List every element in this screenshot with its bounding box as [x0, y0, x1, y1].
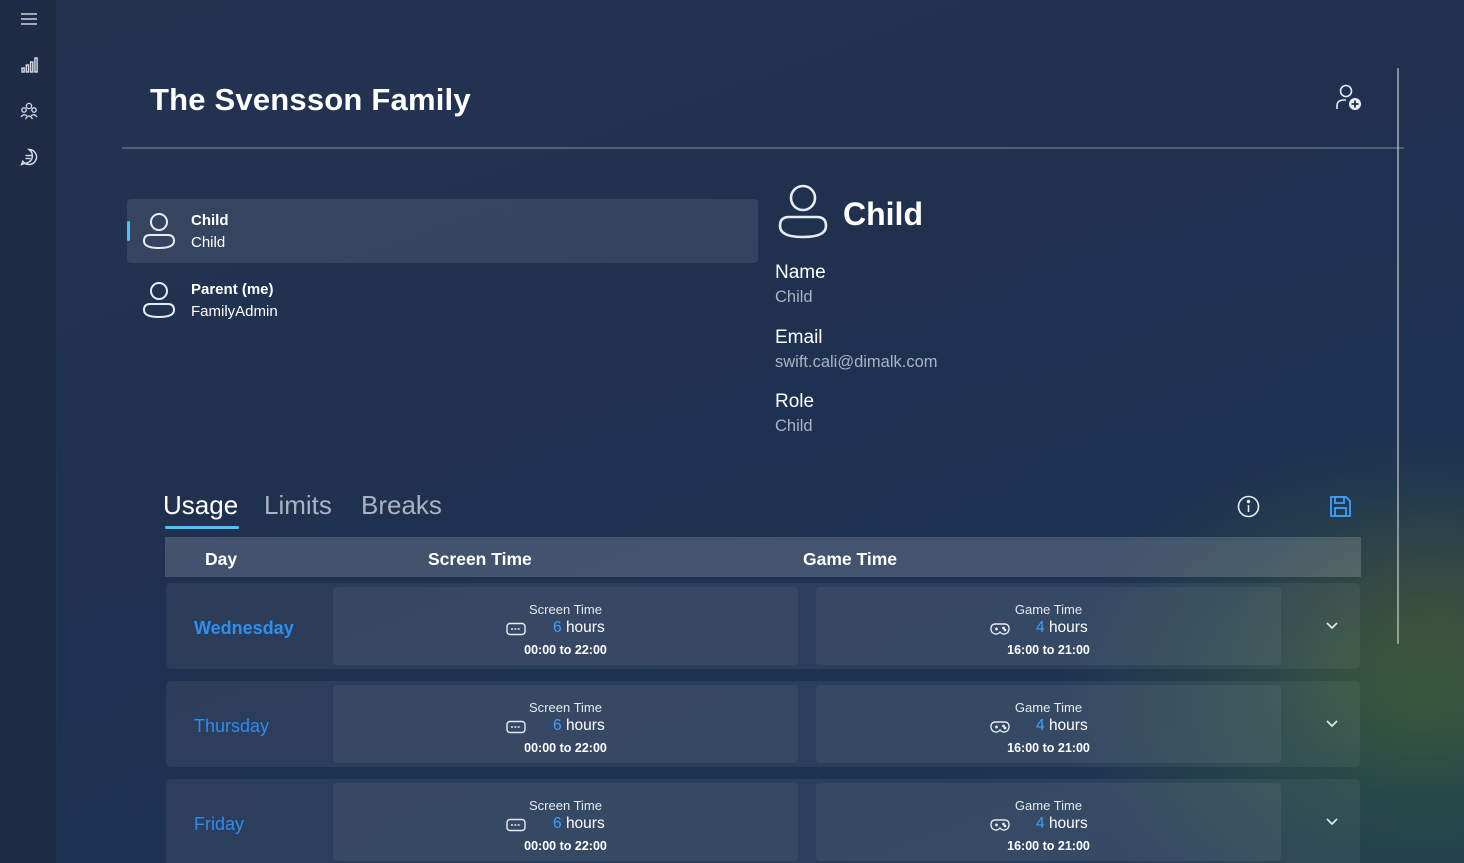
page-title: The Svensson Family — [150, 82, 471, 117]
family-icon — [20, 102, 38, 120]
gamepad-icon — [990, 721, 1010, 733]
field-label-email: Email — [775, 327, 823, 348]
screen-time-range: 00:00 to 22:00 — [524, 839, 607, 853]
screen-time-icon — [506, 622, 526, 636]
game-time-hours: 4 hours — [1036, 815, 1088, 832]
active-tab-underline — [165, 526, 239, 529]
add-person-icon — [1336, 84, 1361, 110]
person-icon — [142, 213, 176, 250]
person-icon — [142, 282, 176, 319]
game-time-cell[interactable]: Game Time 4 hours 16:00 to 21:00 — [816, 587, 1281, 665]
screen-time-hours: 6 hours — [553, 815, 605, 832]
screen-time-cell[interactable]: Screen Time 6 hours 00:00 to 22:00 — [333, 587, 798, 665]
chat-nav-button[interactable] — [12, 140, 46, 174]
screen-time-cell[interactable]: Screen Time 6 hours 00:00 to 22:00 — [333, 685, 798, 763]
chevron-down-icon[interactable] — [1324, 619, 1340, 633]
game-time-cell[interactable]: Game Time 4 hours 16:00 to 21:00 — [816, 783, 1281, 861]
field-value-role: Child — [775, 417, 813, 435]
screen-time-range: 00:00 to 22:00 — [524, 741, 607, 755]
game-time-range: 16:00 to 21:00 — [1007, 643, 1090, 657]
hamburger-menu-button[interactable] — [12, 2, 46, 36]
gamepad-icon — [990, 623, 1010, 635]
screen-time-icon — [506, 818, 526, 832]
add-member-button[interactable] — [1330, 80, 1366, 116]
gamepad-icon — [990, 819, 1010, 831]
save-icon[interactable] — [1327, 493, 1354, 520]
member-item-parent[interactable]: Parent (me) FamilyAdmin — [127, 268, 758, 332]
chevron-down-icon[interactable] — [1324, 815, 1340, 829]
chevron-down-icon[interactable] — [1324, 717, 1340, 731]
table-row[interactable]: Thursday Screen Time 6 hours 00:00 to 22… — [166, 681, 1360, 767]
game-time-title: Game Time — [1014, 798, 1083, 813]
column-header-screen-time: Screen Time — [428, 549, 532, 569]
screen-time-hours: 6 hours — [553, 717, 605, 734]
detail-title: Child — [843, 196, 923, 232]
family-nav-button[interactable] — [12, 94, 46, 128]
selection-indicator — [127, 221, 130, 241]
field-label-role: Role — [775, 391, 815, 412]
game-time-range: 16:00 to 21:00 — [1007, 741, 1090, 755]
column-header-day: Day — [205, 549, 238, 569]
day-label: Friday — [194, 814, 245, 834]
member-item-child[interactable]: Child Child — [127, 199, 758, 263]
day-label: Wednesday — [194, 618, 294, 638]
game-time-hours: 4 hours — [1036, 717, 1088, 734]
header-divider — [122, 147, 1404, 149]
screen-time-title: Screen Time — [529, 798, 602, 813]
screen-time-hours: 6 hours — [553, 619, 605, 636]
field-value-name: Child — [775, 288, 813, 306]
tab-usage[interactable]: Usage — [163, 490, 238, 521]
game-time-cell[interactable]: Game Time 4 hours 16:00 to 21:00 — [816, 685, 1281, 763]
game-time-hours: 4 hours — [1036, 619, 1088, 636]
table-row[interactable]: Wednesday Screen Time 6 hours 00:00 to 2… — [166, 583, 1360, 669]
game-time-title: Game Time — [1014, 700, 1083, 715]
member-role: FamilyAdmin — [191, 303, 278, 320]
tab-breaks[interactable]: Breaks — [361, 490, 442, 521]
member-name: Parent (me) — [191, 281, 274, 298]
screen-time-icon — [506, 720, 526, 734]
nav-rail — [0, 0, 57, 863]
game-time-range: 16:00 to 21:00 — [1007, 839, 1090, 853]
info-icon[interactable] — [1235, 493, 1262, 520]
table-row[interactable]: Friday Screen Time 6 hours 00:00 to 22:0… — [166, 779, 1360, 863]
usage-table-header: Day Screen Time Game Time — [165, 537, 1361, 577]
field-value-email: swift.cali@dimalk.com — [775, 353, 938, 371]
column-header-game-time: Game Time — [803, 549, 898, 569]
screen-time-range: 00:00 to 22:00 — [524, 643, 607, 657]
screen-time-title: Screen Time — [529, 700, 602, 715]
vertical-scrollbar[interactable] — [1397, 68, 1399, 644]
activity-nav-button[interactable] — [12, 48, 46, 82]
game-time-title: Game Time — [1014, 602, 1083, 617]
chat-icon — [20, 148, 38, 166]
member-role: Child — [191, 234, 226, 251]
hamburger-menu-icon — [21, 13, 37, 25]
person-large-icon — [778, 184, 828, 239]
screen-time-title: Screen Time — [529, 602, 602, 617]
screen-time-cell[interactable]: Screen Time 6 hours 00:00 to 22:00 — [333, 783, 798, 861]
bar-chart-icon — [21, 57, 38, 73]
field-label-name: Name — [775, 262, 826, 283]
tab-limits[interactable]: Limits — [264, 490, 332, 521]
day-label: Thursday — [194, 716, 270, 736]
member-name: Child — [191, 212, 229, 229]
